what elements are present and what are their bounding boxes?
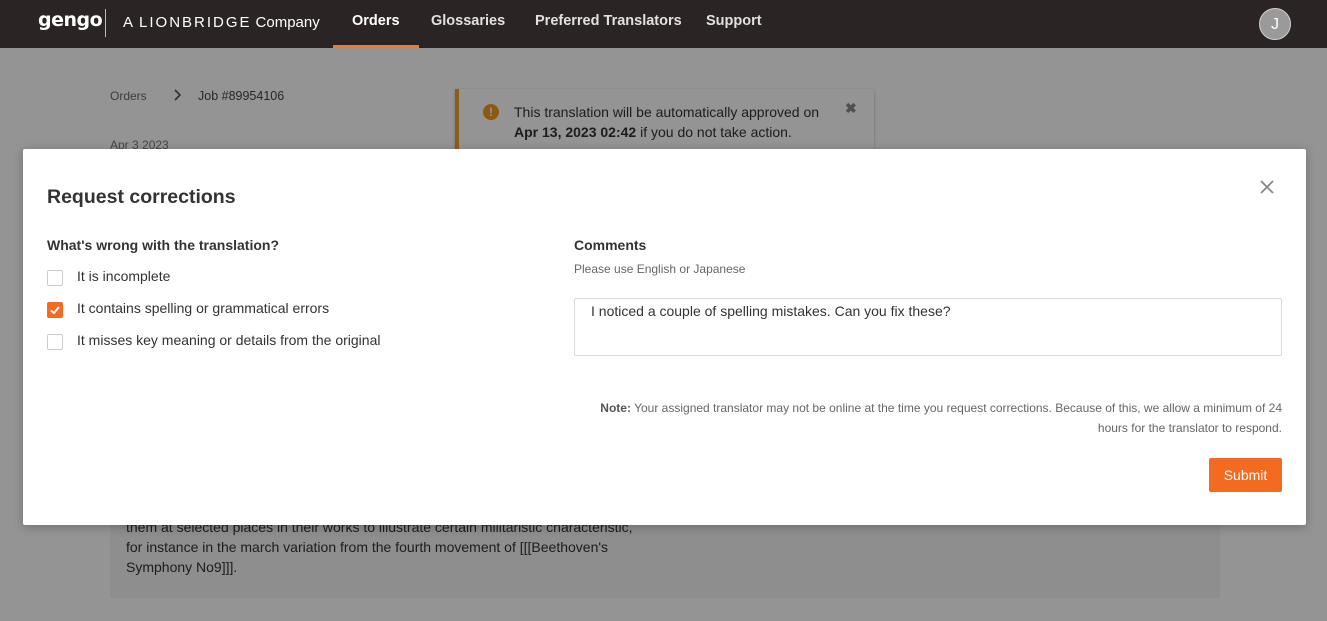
partner-name: LIONBRIDGE — [139, 14, 252, 31]
option-label[interactable]: It is incomplete — [77, 268, 170, 284]
user-avatar[interactable]: J — [1259, 8, 1291, 40]
partner-prefix: A — [123, 14, 134, 31]
lionbridge-tagline: A LIONBRIDGE Company — [123, 14, 320, 31]
nav-orders[interactable]: Orders — [333, 0, 418, 48]
request-corrections-modal: Request corrections What's wrong with th… — [23, 149, 1306, 525]
submit-button[interactable]: Submit — [1209, 458, 1282, 492]
nav-glossaries[interactable]: Glossaries — [431, 0, 505, 48]
logo-divider — [105, 9, 106, 37]
top-navigation-bar: gengo A LIONBRIDGE Company Orders Glossari… — [0, 0, 1327, 48]
checkbox-spelling-errors[interactable] — [47, 302, 63, 318]
modal-title: Request corrections — [47, 186, 236, 208]
note-label: Note: — [600, 401, 631, 415]
comments-value[interactable]: I noticed a couple of spelling mistakes.… — [591, 303, 951, 319]
option-label[interactable]: It contains spelling or grammatical erro… — [77, 300, 329, 316]
note-body: Your assigned translator may not be onli… — [634, 401, 1282, 435]
nav-support[interactable]: Support — [706, 0, 762, 48]
close-icon[interactable] — [1257, 177, 1277, 197]
partner-suffix: Company — [255, 14, 320, 31]
checkmark-icon — [50, 306, 60, 315]
option-label[interactable]: It misses key meaning or details from th… — [77, 332, 380, 348]
gengo-logo[interactable]: gengo — [38, 9, 103, 31]
comments-label: Comments — [574, 237, 647, 253]
comments-hint: Please use English or Japanese — [574, 262, 746, 276]
question-label: What's wrong with the translation? — [47, 237, 279, 253]
note-text: Note: Your assigned translator may not b… — [574, 398, 1282, 438]
nav-preferred-translators[interactable]: Preferred Translators — [535, 0, 682, 48]
checkbox-misses-meaning[interactable] — [47, 334, 63, 350]
comments-textarea[interactable]: I noticed a couple of spelling mistakes.… — [574, 298, 1282, 356]
checkbox-incomplete[interactable] — [47, 270, 63, 286]
